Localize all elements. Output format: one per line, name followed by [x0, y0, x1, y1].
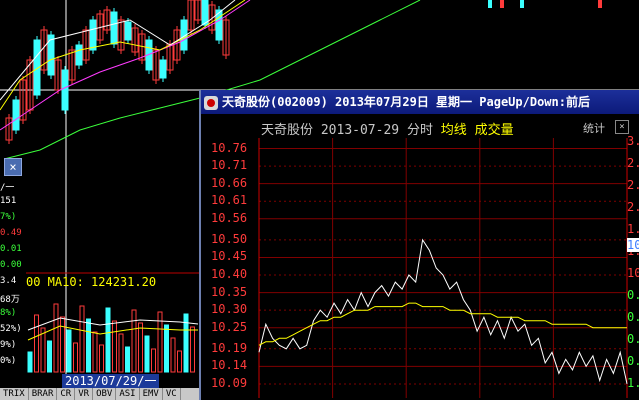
- candle-body: [124, 21, 132, 41]
- left-axis-value: 68万: [0, 295, 20, 305]
- volume-bar: [79, 305, 85, 373]
- ma10-label: 00 MA10: 124231.20: [26, 275, 157, 289]
- candle-body: [89, 19, 97, 51]
- chart-close-icon[interactable]: ×: [615, 120, 629, 134]
- percent-tick-label: 2.: [627, 178, 639, 192]
- indicator-tab[interactable]: EMV: [140, 388, 163, 400]
- price-tick-label: 10.30: [211, 302, 248, 317]
- volume-bar: [112, 320, 117, 373]
- percent-tick-label: 0.: [627, 354, 639, 368]
- popup-titlebar[interactable]: 天奇股份(002009) 2013年07月29日 星期一 PageUp/Down…: [201, 90, 639, 114]
- candle-body: [488, 0, 492, 8]
- right-axis-highlight: 10: [627, 238, 639, 252]
- percent-tick-label: 1.: [627, 376, 639, 390]
- intraday-chart: [258, 138, 628, 398]
- volume-bar: [34, 314, 39, 373]
- candle-body: [159, 59, 167, 79]
- chart-header: 天奇股份 2013-07-29 分时 均线 成交量: [201, 116, 639, 138]
- price-tick-label: 10.09: [211, 375, 248, 390]
- percent-tick-label: 2.: [627, 200, 639, 214]
- volume-bar: [66, 329, 72, 373]
- volume-bar: [105, 307, 111, 373]
- volume-bar: [190, 326, 195, 373]
- percent-tick-label: 3.: [627, 134, 639, 148]
- intraday-popup-window[interactable]: 天奇股份(002009) 2013年07月29日 星期一 PageUp/Down…: [199, 90, 639, 400]
- candle-body: [598, 0, 602, 8]
- left-axis-value: /一: [0, 183, 15, 193]
- price-tick-label: 10.76: [211, 140, 248, 155]
- volume-bar: [60, 316, 65, 373]
- price-line: [258, 238, 628, 385]
- left-axis-value: 3.4: [0, 276, 17, 286]
- percent-tick-label: 0.: [627, 288, 639, 302]
- price-tick-label: 10.61: [211, 193, 248, 208]
- price-tick-label: 10.71: [211, 158, 248, 173]
- percent-tick-label: 10: [627, 266, 639, 280]
- price-tick-label: 10.45: [211, 249, 248, 264]
- indicator-tab[interactable]: CR: [57, 388, 76, 400]
- volume-bar: [40, 327, 46, 373]
- volume-bar: [47, 340, 52, 373]
- average-price-line: [258, 302, 627, 346]
- left-axis-value: 0.00: [0, 260, 22, 270]
- indicator-tabs: TRIX BRAR CR VR OBV ASI EMV VC: [0, 388, 200, 400]
- candle-body: [12, 99, 20, 131]
- price-tick-label: 10.50: [211, 231, 248, 246]
- left-value-axis: /一 151 7%) 0.49 0.01 0.00 3.4 68万 8%) 52%) 9%) 0%): [0, 158, 26, 398]
- left-axis-value: 52%): [0, 324, 22, 334]
- price-tick-label: 10.14: [211, 358, 248, 373]
- left-axis-value: 0.49: [0, 228, 22, 238]
- date-cursor-tag: 2013/07/29/一: [62, 374, 160, 388]
- volume-bar: [131, 309, 137, 373]
- volume-bar: [151, 348, 156, 373]
- volume-bar: [164, 324, 169, 373]
- price-tick-label: 10.35: [211, 284, 248, 299]
- left-axis-value: 7%): [0, 212, 17, 222]
- percent-tick-label: 1.: [627, 222, 639, 236]
- left-axis-value: 0.01: [0, 244, 22, 254]
- price-tick-label: 10.25: [211, 319, 248, 334]
- candle-body: [500, 0, 504, 8]
- left-axis-value: 8%): [0, 308, 17, 318]
- percent-tick-label: 0.: [627, 332, 639, 346]
- candle-body: [75, 44, 83, 66]
- left-axis-value: 9%): [0, 340, 17, 350]
- volume-bar: [86, 318, 91, 373]
- volume-bar: [125, 346, 130, 373]
- volume-bar: [92, 331, 98, 373]
- percent-tick-label: 0.: [627, 310, 639, 324]
- statistics-button[interactable]: 统计: [583, 120, 605, 136]
- price-tick-label: 10.66: [211, 175, 248, 190]
- volume-bar: [27, 351, 33, 373]
- volume-bar: [99, 344, 104, 373]
- popup-title: 天奇股份(002009) 2013年07月29日 星期一 PageUp/Down…: [222, 95, 590, 109]
- volume-bar: [73, 342, 78, 373]
- volume-bar: [138, 322, 143, 373]
- left-axis-value: 151: [0, 196, 17, 206]
- indicator-tab[interactable]: TRIX: [0, 388, 29, 400]
- price-tick-label: 10.56: [211, 210, 248, 225]
- volume-bar: [144, 335, 150, 373]
- candle-body: [61, 69, 69, 111]
- volume-bar: [170, 337, 176, 373]
- indicator-tab[interactable]: OBV: [93, 388, 117, 400]
- volume-bar: [53, 303, 59, 373]
- indicator-tab[interactable]: BRAR: [29, 388, 58, 400]
- indicator-tab[interactable]: VC: [163, 388, 181, 400]
- indicator-tab[interactable]: ASI: [116, 388, 140, 400]
- volume-bar: [177, 350, 182, 373]
- percent-tick-label: 2.: [627, 156, 639, 170]
- price-tick-label: 10.19: [211, 340, 248, 355]
- indicator-tab[interactable]: VR: [75, 388, 94, 400]
- candle-body: [520, 0, 524, 8]
- price-tick-label: 10.40: [211, 267, 248, 282]
- volume-bar: [118, 333, 124, 373]
- close-icon[interactable]: ×: [4, 158, 22, 176]
- app-icon: [204, 95, 218, 110]
- left-axis-value: 0%): [0, 356, 17, 366]
- candle-body: [110, 11, 118, 45]
